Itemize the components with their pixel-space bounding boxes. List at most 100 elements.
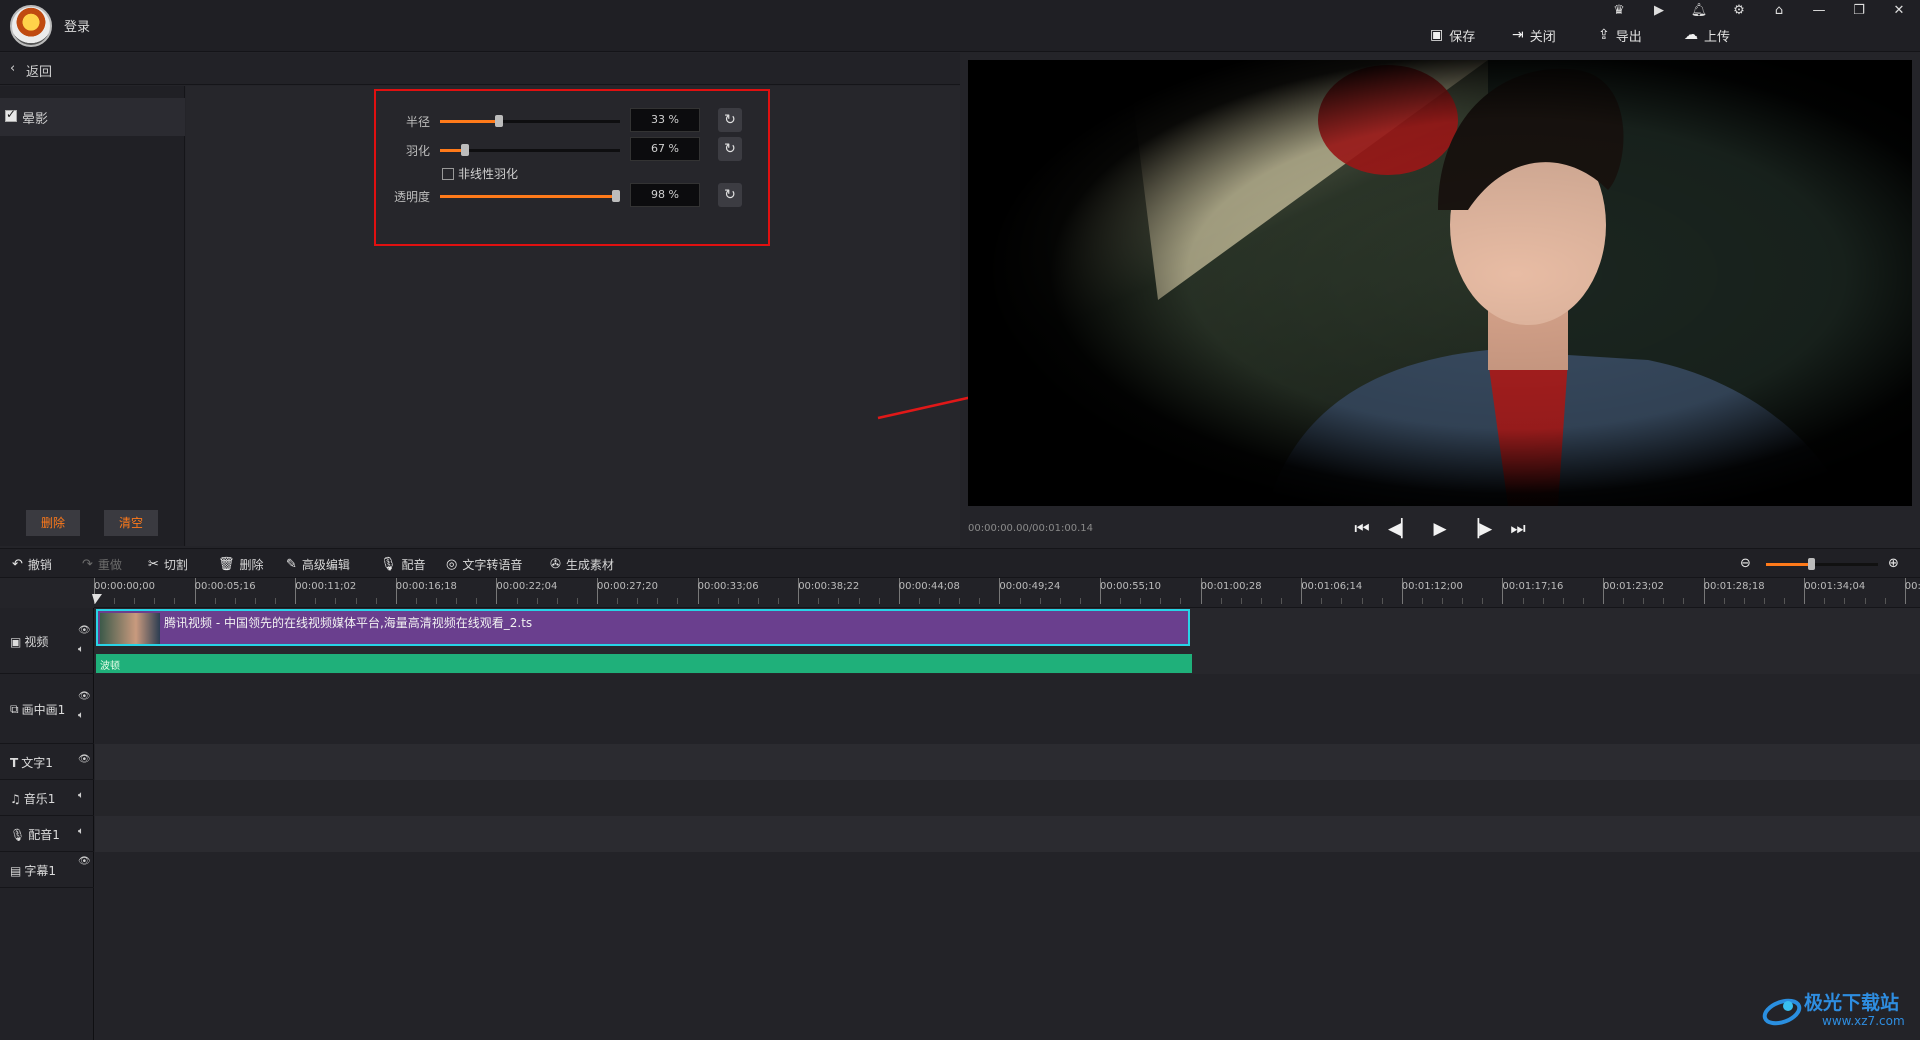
opacity-value-field[interactable]: 98 % <box>630 183 700 207</box>
chevron-left-icon[interactable]: ‹ <box>10 61 15 76</box>
advanced-edit-button[interactable]: ✎ 高级编辑 <box>286 556 350 573</box>
feather-slider-handle[interactable] <box>461 144 470 156</box>
feather-slider[interactable] <box>440 144 620 156</box>
ruler-minor-tick <box>1864 598 1866 604</box>
speaker-icon[interactable]: 🔈︎ <box>78 790 84 801</box>
track-header-text[interactable]: T 文字1 👁︎ <box>0 744 94 780</box>
opacity-slider-handle[interactable] <box>612 190 621 202</box>
zoom-in-icon[interactable]: ⊕ <box>1888 556 1899 571</box>
eye-icon[interactable]: 👁︎ <box>78 625 91 636</box>
undo-button[interactable]: ↶ 撤销 <box>12 556 52 573</box>
skin-icon[interactable]: ⌂ <box>1768 2 1790 20</box>
feather-value-field[interactable]: 67 % <box>630 137 700 161</box>
radius-value-field[interactable]: 33 % <box>630 108 700 132</box>
ruler-minor-tick <box>516 598 518 604</box>
track-lane-voice[interactable] <box>95 816 1920 852</box>
export-button[interactable]: ⇪ 导出 <box>1598 25 1642 45</box>
eye-icon[interactable]: 👁︎ <box>78 856 91 867</box>
track-header-subtitle[interactable]: ▤ 字幕1 👁︎ <box>0 852 94 888</box>
skip-to-end-icon[interactable]: ⏭ <box>1506 518 1530 540</box>
redo-icon: ↷ <box>82 557 93 572</box>
zoom-out-icon[interactable]: ⊖ <box>1740 556 1751 571</box>
ruler-minor-tick <box>1723 598 1725 604</box>
track-lane-text[interactable] <box>95 744 1920 780</box>
radius-reset-icon[interactable]: ↻ <box>718 108 742 132</box>
video-clip[interactable]: 腾讯视频 - 中国领先的在线视频媒体平台,海量高清视频在线观看_2.ts <box>96 609 1190 646</box>
opacity-reset-icon[interactable]: ↻ <box>718 183 742 207</box>
close-project-button[interactable]: ⇥ 关闭 <box>1512 25 1556 45</box>
scissors-icon: ✂ <box>148 557 159 572</box>
zoom-slider[interactable] <box>1766 558 1878 570</box>
restore-icon[interactable]: ❐ <box>1848 2 1870 20</box>
ruler-minor-tick <box>818 598 820 604</box>
close-icon[interactable]: ✕ <box>1888 2 1910 20</box>
ruler-minor-tick <box>1180 598 1182 604</box>
dubbing-button[interactable]: 🎙︎ 配音 <box>380 556 426 573</box>
ruler-minor-tick <box>1421 598 1423 604</box>
playhead-marker-icon[interactable] <box>92 594 102 604</box>
ruler-minor-tick <box>476 598 478 604</box>
upload-button[interactable]: ☁ 上传 <box>1684 25 1730 45</box>
speaker-icon[interactable]: 🔈︎ <box>78 644 84 655</box>
ruler-minor-tick <box>1260 598 1262 604</box>
timeline-ruler[interactable]: 00:00:00;00 00:00:05;16 00:00:11;02 00:00:1… <box>94 578 1920 608</box>
text-to-speech-button[interactable]: ◎ 文字转语音 <box>446 556 522 573</box>
nonlinear-feather-checkbox[interactable] <box>442 168 454 180</box>
redo-button[interactable]: ↷ 重做 <box>82 556 122 573</box>
microphone-track-icon: 🎙︎ <box>10 827 26 842</box>
playback-timecode: 00:00:00.00/00:01:00.14 <box>968 523 1093 534</box>
effect-checkbox[interactable] <box>5 107 17 122</box>
video-preview[interactable] <box>968 60 1912 506</box>
step-forward-icon[interactable]: ▕▶︎ <box>1466 518 1492 540</box>
back-link[interactable]: 返回 <box>26 61 52 80</box>
track-header-video[interactable]: ▣ 视频 👁︎ 🔈︎ <box>0 608 94 674</box>
crown-icon[interactable]: ♛ <box>1608 2 1630 20</box>
delete-button[interactable]: 🗑︎ 删除 <box>218 556 264 573</box>
step-back-icon[interactable]: ◀︎▏ <box>1388 518 1414 540</box>
ruler-minor-tick <box>1663 598 1665 604</box>
ruler-minor-tick <box>1140 598 1142 604</box>
highlight-box: 半径 33 % ↻ 羽化 67 % ↻ 非线性羽化 透明度 98 % ↻ <box>374 89 770 246</box>
ruler-minor-tick <box>1743 598 1745 604</box>
play-icon[interactable]: ▶ <box>1428 518 1452 540</box>
track-lane-subtitle[interactable] <box>95 852 1920 1040</box>
skip-to-start-icon[interactable]: ⏮ <box>1350 518 1374 540</box>
track-lane-pip[interactable] <box>95 674 1920 744</box>
effect-item-vignette[interactable]: 晕影 <box>0 98 185 136</box>
radius-slider[interactable] <box>440 115 620 127</box>
delete-effect-button[interactable]: 删除 <box>26 510 80 536</box>
login-link[interactable]: 登录 <box>64 16 90 35</box>
zoom-slider-handle[interactable] <box>1807 558 1815 570</box>
speaker-icon[interactable]: 🔈︎ <box>78 710 84 721</box>
track-header-voice[interactable]: 🎙︎ 配音1 🔈︎ <box>0 816 94 852</box>
generate-material-button[interactable]: ✇ 生成素材 <box>550 556 614 573</box>
track-header-music[interactable]: ♫ 音乐1 🔈︎ <box>0 780 94 816</box>
pip-track-icon: ⧉ <box>10 702 19 716</box>
track-lane-music[interactable] <box>95 780 1920 816</box>
radius-slider-handle[interactable] <box>495 115 504 127</box>
ruler-minor-tick <box>1542 598 1544 604</box>
ruler-minor-tick <box>1884 598 1886 604</box>
cut-button[interactable]: ✂ 切割 <box>148 556 188 573</box>
audio-clip[interactable]: 波顿 <box>96 654 1192 673</box>
eye-icon[interactable]: 👁︎ <box>78 754 91 765</box>
feather-reset-icon[interactable]: ↻ <box>718 137 742 161</box>
bell-icon[interactable]: 🔔︎ <box>1688 2 1710 20</box>
video-icon[interactable]: ▶ <box>1648 2 1670 20</box>
clear-effects-button[interactable]: 清空 <box>104 510 158 536</box>
ruler-minor-tick <box>1442 598 1444 604</box>
user-avatar[interactable] <box>10 5 52 47</box>
ruler-minor-tick <box>838 598 840 604</box>
ruler-minor-tick <box>1079 598 1081 604</box>
minimize-icon[interactable]: — <box>1808 2 1830 20</box>
ruler-minor-tick <box>1039 598 1041 604</box>
save-button[interactable]: ▣ 保存 <box>1430 25 1475 45</box>
music-track-icon: ♫ <box>10 791 21 806</box>
opacity-slider[interactable] <box>440 190 621 202</box>
eye-icon[interactable]: 👁︎ <box>78 691 91 702</box>
track-header-pip[interactable]: ⧉ 画中画1 👁︎ 🔈︎ <box>0 674 94 744</box>
watermark-logo-icon <box>1762 998 1802 1026</box>
site-watermark: 极光下载站 www.xz7.com <box>1762 988 1912 1034</box>
speaker-icon[interactable]: 🔈︎ <box>78 826 84 837</box>
gear-icon[interactable]: ⚙ <box>1728 2 1750 20</box>
